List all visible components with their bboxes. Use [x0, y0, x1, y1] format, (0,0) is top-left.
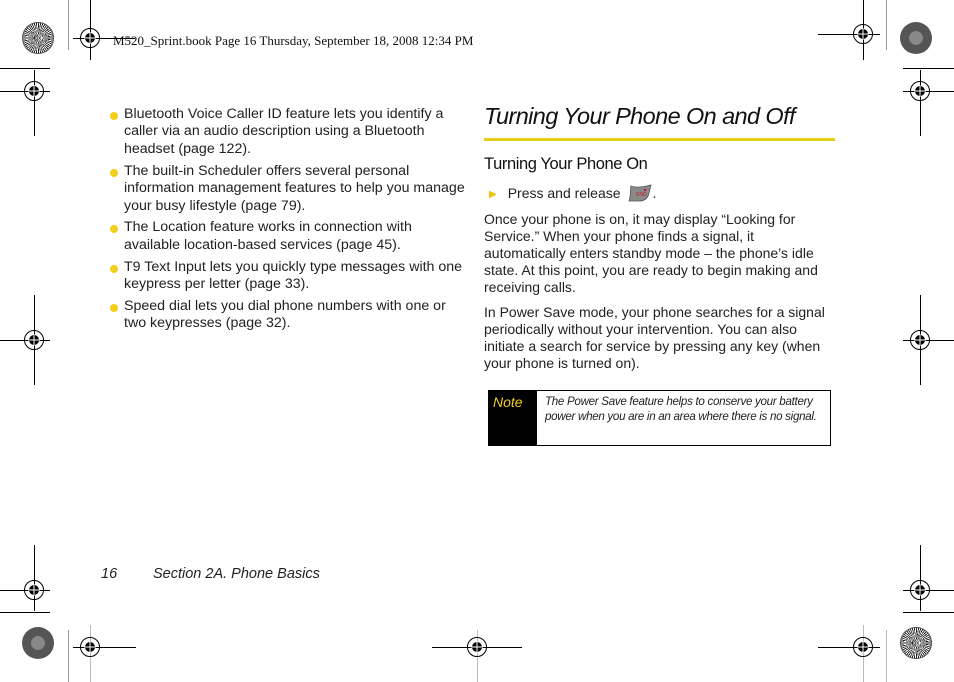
step-text: Press and release — [507, 185, 621, 201]
trim-line — [886, 630, 887, 682]
list-item: T9 Text Input lets you quickly type mess… — [108, 259, 468, 294]
trim-line — [886, 0, 887, 50]
registration-mark-icon — [80, 637, 100, 657]
svg-text:END: END — [636, 192, 647, 198]
registration-mark-icon — [853, 637, 873, 657]
note-text: The Power Save feature helps to conserve… — [545, 395, 817, 424]
list-item: The Location feature works in connection… — [108, 219, 468, 254]
bullet-icon — [110, 225, 118, 234]
bullet-icon — [110, 112, 118, 120]
registration-mark-icon — [910, 81, 930, 101]
paragraph: Once your phone is on, it may display “L… — [484, 211, 818, 295]
step-suffix: . — [652, 185, 657, 201]
bullet-icon — [110, 168, 118, 177]
star-target-icon — [22, 22, 54, 54]
crop-line — [920, 545, 921, 611]
registration-mark-icon — [910, 580, 930, 600]
note-label: Note — [489, 391, 537, 445]
page-number: 16 — [101, 566, 118, 582]
crop-line — [34, 545, 35, 611]
section-footer: Section 2A. Phone Basics — [153, 566, 320, 582]
paragraph: In Power Save mode, your phone searches … — [484, 304, 825, 371]
bullet-icon — [110, 304, 118, 313]
registration-mark-icon — [853, 24, 873, 44]
list-item: Bluetooth Voice Caller ID feature lets y… — [108, 106, 468, 158]
step-arrow-icon: ▶ — [489, 188, 497, 200]
trim-line — [68, 630, 69, 682]
registration-mark-icon — [80, 28, 100, 48]
color-target-icon — [900, 22, 932, 54]
registration-mark-icon — [24, 580, 44, 600]
registration-mark-icon — [910, 330, 930, 350]
color-target-icon — [22, 627, 54, 659]
end-key-icon: END — [627, 184, 652, 202]
registration-mark-icon — [24, 81, 44, 101]
section-title: Turning Your Phone On and Off — [484, 103, 796, 129]
print-slug: M520_Sprint.book Page 16 Thursday, Septe… — [113, 33, 474, 48]
feature-list: Bluetooth Voice Caller ID feature lets y… — [108, 106, 468, 337]
note-box: Note The Power Save feature helps to con… — [488, 390, 831, 446]
list-item: Speed dial lets you dial phone numbers w… — [108, 298, 468, 333]
crop-line — [0, 612, 50, 613]
registration-mark-icon — [467, 637, 487, 657]
subsection-title: Turning Your Phone On — [484, 155, 648, 173]
crop-line — [903, 68, 954, 69]
bullet-icon — [110, 264, 118, 273]
star-target-icon — [900, 627, 932, 659]
list-item: The built-in Scheduler offers several pe… — [108, 163, 468, 215]
title-underline — [484, 138, 835, 141]
registration-mark-icon — [24, 330, 44, 350]
crop-line — [0, 68, 50, 69]
crop-line — [903, 612, 954, 613]
trim-line — [68, 0, 69, 50]
instruction-step: ▶ Press and release END . — [489, 184, 656, 202]
